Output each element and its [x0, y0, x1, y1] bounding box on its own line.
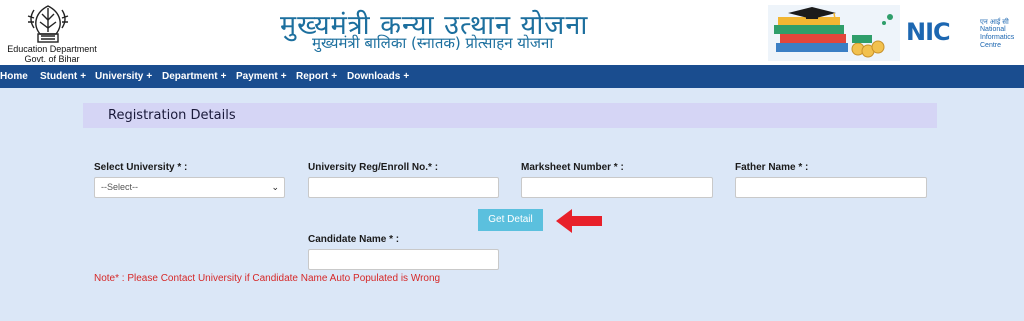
- get-detail-button[interactable]: Get Detail: [478, 209, 543, 231]
- reg-enroll-input[interactable]: [308, 177, 499, 198]
- nav-downloads-label: Downloads: [347, 71, 401, 82]
- university-select[interactable]: --Select-- ⌄: [94, 177, 285, 198]
- nav-home-label: Home: [0, 71, 28, 82]
- nic-text-line1: National: [980, 26, 1006, 33]
- nav-home[interactable]: Home: [0, 65, 28, 88]
- father-name-input[interactable]: [735, 177, 927, 198]
- nav-payment-label: Payment: [236, 71, 278, 82]
- nav-student-plus-icon: +: [80, 71, 87, 82]
- candidate-name-input[interactable]: [308, 249, 499, 270]
- nic-wordmark: NIC: [906, 18, 951, 46]
- nav-university[interactable]: University +: [95, 65, 152, 88]
- bihar-emblem-icon: [27, 5, 69, 43]
- government-name: Govt. of Bihar: [24, 54, 80, 64]
- reg-enroll-label: University Reg/Enroll No.* :: [308, 162, 439, 173]
- nav-downloads[interactable]: Downloads +: [347, 65, 409, 88]
- candidate-name-label: Candidate Name * :: [308, 234, 400, 245]
- nav-payment-plus-icon: +: [280, 71, 287, 82]
- chevron-down-icon: ⌄: [271, 182, 279, 192]
- department-name: Education Department: [7, 44, 97, 54]
- nav-payment[interactable]: Payment +: [236, 65, 287, 88]
- nav-department-plus-icon: +: [220, 71, 227, 82]
- nav-report-label: Report: [296, 71, 329, 82]
- note-text: Note* : Please Contact University if Can…: [94, 273, 441, 284]
- nav-university-plus-icon: +: [146, 71, 153, 82]
- marksheet-input[interactable]: [521, 177, 713, 198]
- nic-logo: NIC एन आई सी National Informatics Centre: [906, 18, 1018, 50]
- nav-student-label: Student: [40, 71, 78, 82]
- nic-text-line2: Informatics: [980, 34, 1015, 41]
- marksheet-label: Marksheet Number * :: [521, 162, 624, 173]
- panel-title: Registration Details: [108, 108, 236, 123]
- nav-report-plus-icon: +: [331, 71, 338, 82]
- nav-student[interactable]: Student +: [40, 65, 86, 88]
- nav-department[interactable]: Department +: [162, 65, 226, 88]
- red-arrow-icon: [556, 209, 602, 233]
- scheme-subtitle: मुख्यमंत्री बालिका (स्नातक) प्रोत्साहन य…: [312, 34, 554, 52]
- nav-report[interactable]: Report +: [296, 65, 337, 88]
- graduation-books-image: [768, 5, 900, 61]
- registration-panel-header: Registration Details: [83, 103, 937, 128]
- site-header: Education Department Govt. of Bihar मुख्…: [0, 0, 1024, 65]
- nav-university-label: University: [95, 71, 144, 82]
- university-select-value: --Select--: [101, 182, 139, 192]
- nic-text-line3: Centre: [980, 42, 1002, 49]
- department-emblem-block: Education Department Govt. of Bihar: [0, 0, 105, 65]
- main-navbar: Home Student + University + Department + Pa…: [0, 65, 1024, 88]
- father-name-label: Father Name * :: [735, 162, 809, 173]
- nav-downloads-plus-icon: +: [403, 71, 410, 82]
- nav-department-label: Department: [162, 71, 218, 82]
- university-label: Select University * :: [94, 162, 188, 173]
